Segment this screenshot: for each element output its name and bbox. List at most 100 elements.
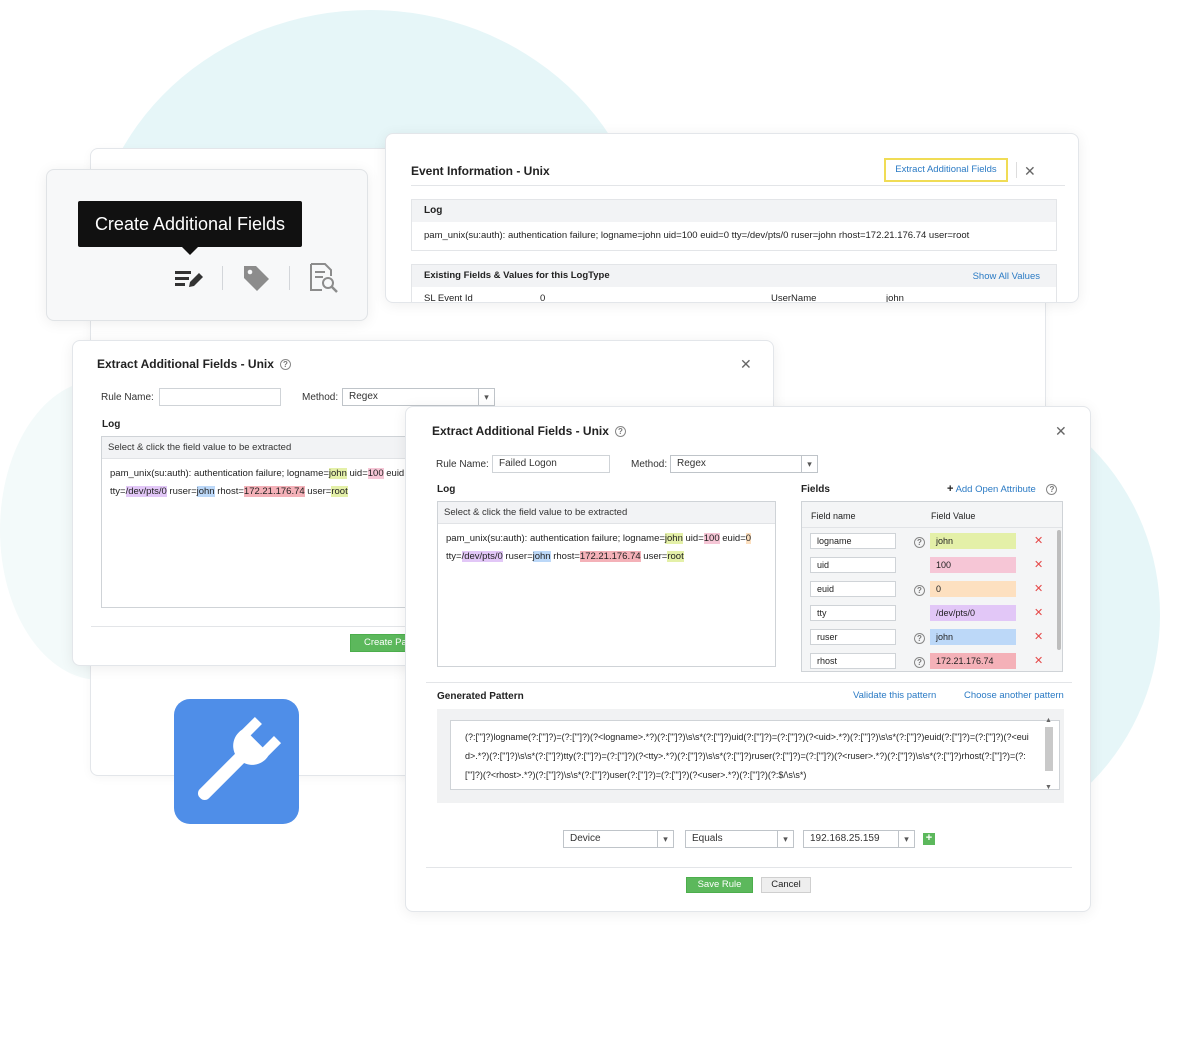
log-value-user[interactable]: root xyxy=(667,551,684,562)
tag-icon[interactable] xyxy=(240,262,272,294)
log-value-tty[interactable]: /dev/pts/0 xyxy=(125,486,167,497)
log-value-logname[interactable]: john xyxy=(664,533,683,544)
log-box: Select & click the field value to be ext… xyxy=(437,501,776,667)
log-segment: tty= xyxy=(446,551,462,562)
log-segment: pam_unix(su:auth): authentication failur… xyxy=(110,468,329,479)
log-value-rhost[interactable]: 172.21.176.74 xyxy=(243,486,305,497)
close-icon[interactable]: ✕ xyxy=(1024,163,1036,180)
scroll-up-icon[interactable]: ▲ xyxy=(1045,717,1052,724)
log-value-logname[interactable]: john xyxy=(328,468,347,479)
show-all-values-link[interactable]: Show All Values xyxy=(973,271,1040,282)
choose-pattern-link[interactable]: Choose another pattern xyxy=(964,690,1064,701)
log-segment: user= xyxy=(304,486,332,497)
method-select[interactable]: Regex ▾ xyxy=(670,455,818,473)
validate-pattern-link[interactable]: Validate this pattern xyxy=(853,690,936,701)
log-value-tty[interactable]: /dev/pts/0 xyxy=(461,551,503,562)
add-open-attribute-link[interactable]: + Add Open Attribute ? xyxy=(947,483,1058,495)
dialog-title-text: Extract Additional Fields - Unix xyxy=(432,424,609,438)
field-name-input[interactable]: euid xyxy=(810,581,896,597)
log-value-euid[interactable]: 0 xyxy=(745,533,752,544)
delete-icon[interactable]: ✕ xyxy=(1034,606,1043,619)
fields-table-header: Field name Field Value xyxy=(802,502,1062,528)
method-select[interactable]: Regex ▾ xyxy=(342,388,495,406)
create-fields-tooltip: Create Additional Fields xyxy=(78,201,302,255)
log-box-header: Select & click the field value to be ext… xyxy=(438,502,775,524)
log-segment: ruser= xyxy=(502,551,533,562)
filter-operator-select[interactable]: Equals ▾ xyxy=(685,830,794,848)
close-icon[interactable]: ✕ xyxy=(1055,423,1067,440)
help-icon[interactable]: ? xyxy=(914,537,925,548)
log-segment: uid= xyxy=(682,533,704,544)
plus-icon: + xyxy=(947,483,954,495)
field-row: logname? john ✕ xyxy=(802,533,1062,557)
rule-name-label: Rule Name: xyxy=(436,459,489,470)
log-value-uid[interactable]: 100 xyxy=(367,468,384,479)
toolbar-separator xyxy=(222,266,223,290)
log-text[interactable]: pam_unix(su:auth): authentication failur… xyxy=(102,459,420,507)
log-text[interactable]: pam_unix(su:auth): authentication failur… xyxy=(438,524,775,572)
rule-name-input[interactable]: Failed Logon xyxy=(492,455,610,473)
field-row: euid? 0 ✕ xyxy=(802,581,1062,605)
field-value: john xyxy=(930,629,1016,645)
chevron-down-icon: ▾ xyxy=(898,831,914,847)
toolbar-separator xyxy=(289,266,290,290)
extract-link-label: Extract Additional Fields xyxy=(895,164,997,175)
chevron-down-icon: ▾ xyxy=(801,456,817,472)
field-name-input[interactable]: logname xyxy=(810,533,896,549)
scroll-down-icon[interactable]: ▼ xyxy=(1045,784,1052,791)
field-value: john xyxy=(930,533,1016,549)
log-value-rhost[interactable]: 172.21.176.74 xyxy=(579,551,641,562)
close-icon[interactable]: ✕ xyxy=(740,356,752,373)
edit-list-icon[interactable] xyxy=(173,262,205,294)
log-value-uid[interactable]: 100 xyxy=(703,533,720,544)
log-segment: uid= xyxy=(346,468,368,479)
rule-name-input[interactable] xyxy=(159,388,281,406)
field-name-input[interactable]: ruser xyxy=(810,629,896,645)
field-value-cell: 0 xyxy=(540,293,546,303)
log-value-user[interactable]: root xyxy=(331,486,348,497)
field-value: 0 xyxy=(930,581,1016,597)
document-search-icon[interactable] xyxy=(307,262,339,294)
field-name-input[interactable]: tty xyxy=(810,605,896,621)
help-icon[interactable]: ? xyxy=(914,657,925,668)
field-row: ruser? john ✕ xyxy=(802,629,1062,653)
add-condition-icon[interactable]: + xyxy=(923,833,935,845)
cancel-button[interactable]: Cancel xyxy=(761,877,811,893)
help-icon[interactable]: ? xyxy=(914,585,925,596)
log-segment: ruser= xyxy=(166,486,197,497)
scrollbar[interactable] xyxy=(1045,727,1053,771)
log-value-ruser[interactable]: john xyxy=(532,551,551,562)
filter-value-select[interactable]: 192.168.25.159 ▾ xyxy=(803,830,915,848)
delete-icon[interactable]: ✕ xyxy=(1034,558,1043,571)
generated-pattern-text[interactable]: (?:["']?)logname(?:["']?)=(?:["']?)(?<lo… xyxy=(450,720,1060,790)
existing-fields-section: Existing Fields & Values for this LogTyp… xyxy=(411,264,1057,303)
extract-additional-fields-link[interactable]: Extract Additional Fields xyxy=(884,158,1008,182)
delete-icon[interactable]: ✕ xyxy=(1034,534,1043,547)
wrench-tile xyxy=(174,699,299,824)
divider xyxy=(426,867,1072,868)
fields-label: Fields xyxy=(801,484,830,495)
scrollbar[interactable] xyxy=(1057,530,1061,650)
log-box-header: Select & click the field value to be ext… xyxy=(102,437,420,459)
help-icon[interactable]: ? xyxy=(914,633,925,644)
filter-operator-value: Equals xyxy=(692,833,723,844)
field-name-input[interactable]: uid xyxy=(810,557,896,573)
save-rule-button[interactable]: Save Rule xyxy=(686,877,753,893)
delete-icon[interactable]: ✕ xyxy=(1034,582,1043,595)
help-icon[interactable]: ? xyxy=(614,426,626,438)
log-line: tty=/dev/pts/0 ruser=john rhost=172.21.1… xyxy=(110,483,412,501)
chevron-down-icon: ▾ xyxy=(657,831,673,847)
delete-icon[interactable]: ✕ xyxy=(1034,630,1043,643)
delete-icon[interactable]: ✕ xyxy=(1034,654,1043,667)
existing-fields-title: Existing Fields & Values for this LogTyp… xyxy=(424,270,610,281)
log-value-ruser[interactable]: john xyxy=(196,486,215,497)
method-value: Regex xyxy=(677,458,706,469)
log-line: pam_unix(su:auth): authentication failur… xyxy=(110,465,412,483)
field-name-input[interactable]: rhost xyxy=(810,653,896,669)
chevron-down-icon: ▾ xyxy=(478,389,494,405)
filter-field-select[interactable]: Device ▾ xyxy=(563,830,674,848)
help-icon[interactable]: ? xyxy=(1046,483,1058,495)
log-label: Log xyxy=(437,484,456,495)
help-icon[interactable]: ? xyxy=(279,359,291,371)
log-segment: pam_unix(su:auth): authentication failur… xyxy=(446,533,665,544)
